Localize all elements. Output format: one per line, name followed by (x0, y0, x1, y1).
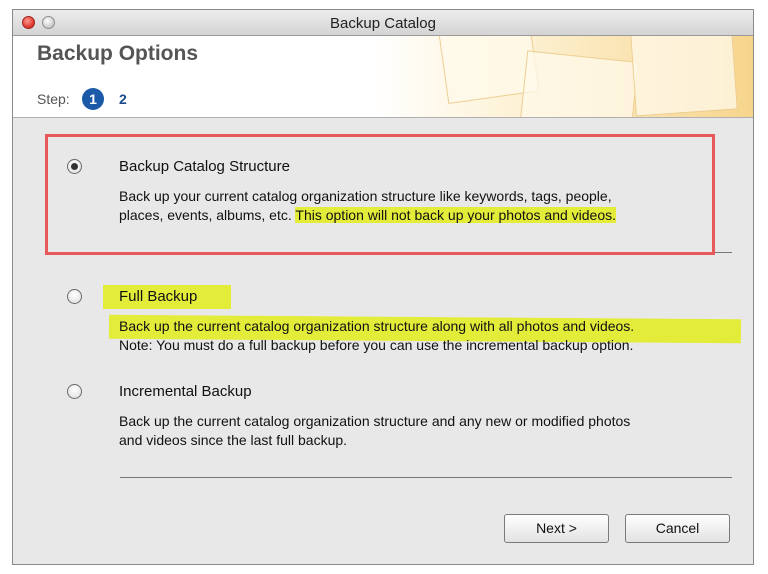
incremental-backup-radio[interactable] (67, 384, 82, 399)
full-backup-radio[interactable] (67, 289, 82, 304)
next-button[interactable]: Next > (504, 514, 609, 543)
window-title: Backup Catalog (330, 15, 436, 32)
option-description-full-backup: Back up the current catalog organization… (119, 317, 739, 355)
cancel-button[interactable]: Cancel (625, 514, 730, 543)
description-line-1: Back up the current catalog organization… (119, 413, 631, 429)
dialog-header: Backup Options Step: 1 2 (13, 36, 753, 118)
page-title: Backup Options (37, 42, 199, 65)
step-2-indicator: 2 (119, 91, 127, 107)
step-label: Step: (37, 91, 70, 107)
description-line-2: Note: You must do a full backup before y… (119, 337, 634, 353)
option-title-incremental-backup: Incremental Backup (119, 383, 252, 400)
footer-divider (120, 477, 732, 478)
step-1-badge: 1 (82, 88, 104, 110)
option-description-incremental-backup: Back up the current catalog organization… (119, 412, 739, 450)
title-bar[interactable]: Backup Catalog (13, 10, 753, 36)
header-photo-illustration (373, 36, 753, 117)
description-line-1: Back up the current catalog organization… (119, 318, 635, 334)
description-line-2: and videos since the last full backup. (119, 432, 348, 448)
backup-catalog-dialog: Backup Catalog Backup Options Step: 1 2 … (12, 9, 754, 565)
annotation-highlight-frame (45, 134, 715, 255)
option-title-full-backup: Full Backup (119, 288, 198, 305)
